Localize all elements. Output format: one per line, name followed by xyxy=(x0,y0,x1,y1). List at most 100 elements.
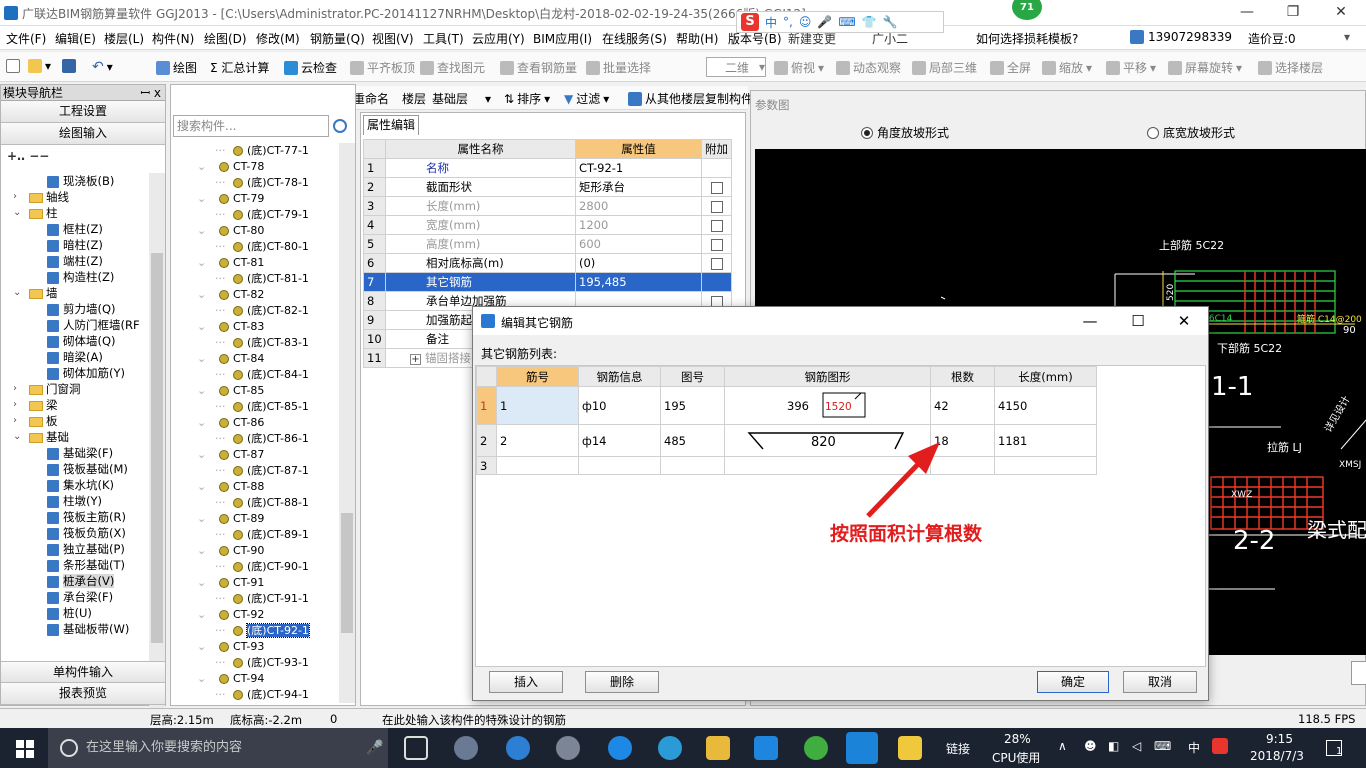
component-list-item[interactable]: ⌄ CT-91 xyxy=(175,575,341,591)
ok-button[interactable]: 确定 xyxy=(1037,671,1109,693)
tray-lang[interactable]: 中 xyxy=(1188,739,1200,756)
prop-extra-cell[interactable] xyxy=(701,177,732,197)
select-floor-button[interactable]: 选择楼层 xyxy=(1258,59,1323,76)
component-list-item[interactable]: ··· (底)CT-86-1 xyxy=(175,431,341,447)
extra-checkbox[interactable] xyxy=(710,181,723,194)
prop-value-cell[interactable]: 2800 xyxy=(575,196,702,216)
ime-item[interactable]: 👕 xyxy=(862,15,877,29)
component-list-item[interactable]: ··· (底)CT-89-1 xyxy=(175,527,341,543)
collapse-icon[interactable]: ⌄ xyxy=(197,607,206,623)
ime-item[interactable]: 中 xyxy=(765,14,777,31)
pin-icon[interactable]: ꟷ x xyxy=(140,85,161,101)
ie-icon[interactable] xyxy=(608,736,632,760)
collapse-icon[interactable]: ⌄ xyxy=(13,429,23,445)
menu-modify[interactable]: 修改(M) xyxy=(256,30,300,47)
tree-item-7[interactable]: ⌄ 墙 xyxy=(1,285,151,301)
dialog-minimize-button[interactable]: — xyxy=(1067,307,1113,335)
sort-button[interactable]: ⇅ 排序 ▾ xyxy=(504,90,550,107)
tray-volume-icon[interactable]: ◁ xyxy=(1132,739,1141,753)
component-list-item[interactable]: ⌄ CT-89 xyxy=(175,511,341,527)
local-3d-button[interactable]: 局部三维 xyxy=(912,59,977,76)
view-mode-select[interactable]: 二维 ▾ xyxy=(706,57,766,77)
menu-file[interactable]: 文件(F) xyxy=(6,30,46,47)
property-row[interactable]: 5 高度(mm) 600 xyxy=(363,234,732,254)
sogou-icon[interactable]: S xyxy=(741,13,759,31)
component-list-item[interactable]: ··· (底)CT-92-1 xyxy=(175,623,341,639)
tray-network-icon[interactable]: ◧ xyxy=(1108,739,1119,753)
extra-checkbox[interactable] xyxy=(710,200,723,213)
component-list-item[interactable]: ··· (底)CT-94-1 xyxy=(175,687,341,703)
draw-input-button[interactable]: 绘图输入 xyxy=(1,123,165,145)
expand-icon[interactable]: › xyxy=(13,189,23,205)
collapse-icon[interactable]: ⌄ xyxy=(197,575,206,591)
rebar-fig-cell[interactable] xyxy=(660,456,725,475)
tree-item-8[interactable]: 剪力墙(Q) xyxy=(1,301,151,317)
save-icon[interactable] xyxy=(62,59,76,73)
prop-value-cell[interactable]: (0) xyxy=(575,253,702,273)
windows-start-icon[interactable] xyxy=(16,740,34,758)
file-explorer-icon[interactable] xyxy=(706,736,730,760)
rebar-fig-cell[interactable]: 485 xyxy=(660,424,725,457)
rebar-fig-cell[interactable]: 195 xyxy=(660,386,725,425)
search-icon[interactable] xyxy=(333,119,347,133)
prop-extra-cell[interactable] xyxy=(701,215,732,235)
row-num[interactable]: 1 xyxy=(476,386,497,425)
copy-from-floor-button[interactable]: 从其他楼层复制构件 xyxy=(628,90,753,107)
collapse-icon[interactable]: ⌄ xyxy=(197,639,206,655)
menu-floor[interactable]: 楼层(L) xyxy=(104,30,144,47)
collapse-icon[interactable]: ⌄ xyxy=(197,255,206,271)
rebar-row[interactable]: 2 2 ф14 485 820 18 1181 xyxy=(476,424,1097,457)
collapse-icon[interactable]: ⌄ xyxy=(197,319,206,335)
extra-checkbox[interactable] xyxy=(710,257,723,270)
ime-item[interactable]: °, xyxy=(783,15,793,29)
component-list-item[interactable]: ··· (底)CT-82-1 xyxy=(175,303,341,319)
radio-dot[interactable] xyxy=(861,126,873,139)
extra-checkbox[interactable] xyxy=(710,238,723,251)
floor-select[interactable]: 基础层 ▾ xyxy=(432,90,491,107)
menu-online[interactable]: 在线服务(S) xyxy=(602,30,667,47)
menu-view[interactable]: 视图(V) xyxy=(372,30,414,47)
rebar-row[interactable]: 3 xyxy=(476,456,1097,475)
component-list-item[interactable]: ··· (底)CT-77-1 xyxy=(175,143,341,159)
prop-value-cell[interactable]: 1200 xyxy=(575,215,702,235)
prop-value-cell[interactable]: 600 xyxy=(575,234,702,254)
component-list-item[interactable]: ⌄ CT-92 xyxy=(175,607,341,623)
rebar-row[interactable]: 1 1 ф10 195 396 1520 42 4150 xyxy=(476,386,1097,425)
tray-chevron-icon[interactable]: ∧ xyxy=(1058,739,1067,753)
component-list-item[interactable]: ⌄ CT-88 xyxy=(175,479,341,495)
fullscreen-button[interactable]: 全屏 xyxy=(990,59,1031,76)
ime-item[interactable]: 🎤 xyxy=(817,15,832,29)
param-side-button[interactable] xyxy=(1351,661,1366,685)
tray-people-icon[interactable]: ☻ xyxy=(1084,739,1097,753)
radio-width-slope[interactable]: 底宽放坡形式 xyxy=(1147,124,1235,141)
component-list-item[interactable]: ⌄ CT-81 xyxy=(175,255,341,271)
rebar-shape-cell[interactable]: 396 1520 xyxy=(724,386,931,425)
prop-extra-cell[interactable] xyxy=(701,253,732,273)
tree-item-14[interactable]: › 梁 xyxy=(1,397,151,413)
mic-icon[interactable]: 🎤 xyxy=(366,740,383,756)
menu-help[interactable]: 帮助(H) xyxy=(676,30,718,47)
tray-keyboard-icon[interactable]: ⌨ xyxy=(1154,739,1171,753)
ime-item[interactable]: ⌨ xyxy=(838,15,855,29)
align-slab-button[interactable]: 平齐板顶 xyxy=(350,59,415,76)
tree-item-13[interactable]: › 门窗洞 xyxy=(1,381,151,397)
component-list-item[interactable]: ⌄ CT-90 xyxy=(175,543,341,559)
property-row[interactable]: 7 其它钢筋 195,485 xyxy=(363,272,732,292)
menu-draw[interactable]: 绘图(D) xyxy=(204,30,247,47)
browser-360-icon[interactable] xyxy=(804,736,828,760)
collapse-icon[interactable]: ⌄ xyxy=(197,383,206,399)
task-view-icon[interactable] xyxy=(404,736,428,760)
app-fan-icon[interactable] xyxy=(454,736,478,760)
zoom-button[interactable]: 缩放 ▾ xyxy=(1042,59,1092,76)
collapse-icon[interactable]: ⌄ xyxy=(197,671,206,687)
component-list-item[interactable]: ⌄ CT-86 xyxy=(175,415,341,431)
collapse-icon[interactable]: ⌄ xyxy=(197,447,206,463)
list-scrollbar[interactable] xyxy=(339,143,355,703)
component-list-item[interactable]: ··· (底)CT-80-1 xyxy=(175,239,341,255)
prop-value-cell[interactable]: CT-92-1 xyxy=(575,158,702,178)
tree-item-3[interactable]: 框柱(Z) xyxy=(1,221,151,237)
rebar-id-cell[interactable]: 1 xyxy=(496,386,579,425)
tree-item-26[interactable]: 承台梁(F) xyxy=(1,589,151,605)
component-list-item[interactable]: ⌄ CT-84 xyxy=(175,351,341,367)
rotate-screen-button[interactable]: 屏幕旋转 ▾ xyxy=(1168,59,1242,76)
